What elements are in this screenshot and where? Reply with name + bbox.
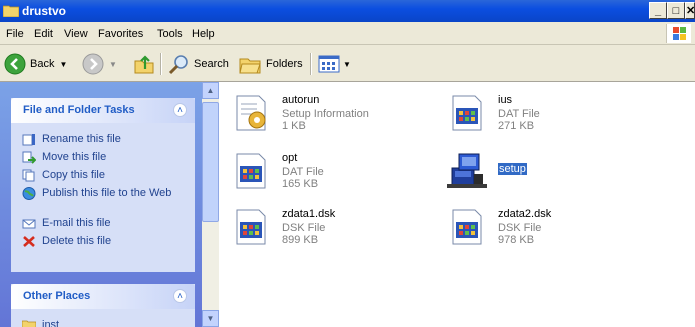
menu-view[interactable]: View <box>64 28 88 40</box>
panel-title: Other Places <box>23 290 91 302</box>
dsk-file-icon <box>236 209 266 245</box>
file-list: autorun Setup Information 1 KB ius DAT F… <box>219 82 695 327</box>
email-icon <box>22 219 36 229</box>
task-rename[interactable]: Rename this file <box>11 131 195 149</box>
forward-arrow-icon <box>82 53 104 75</box>
window-title: drustvo <box>22 4 67 18</box>
file-item-ius[interactable]: ius DAT File 271 KB <box>441 90 651 136</box>
maximize-button[interactable]: □ <box>667 2 685 19</box>
place-inst[interactable]: inst <box>11 317 195 327</box>
toolbar-separator <box>160 53 162 75</box>
file-item-zdata1[interactable]: zdata1.dsk DSK File 899 KB <box>225 204 435 250</box>
forward-dropdown-icon[interactable]: ▼ <box>109 60 117 69</box>
scroll-up-button[interactable]: ▲ <box>202 82 219 99</box>
back-arrow-icon <box>4 53 26 75</box>
file-name: zdata2.dsk <box>498 208 552 220</box>
file-type: DSK File <box>498 222 542 234</box>
file-size: 165 KB <box>282 178 319 190</box>
file-item-autorun[interactable]: autorun Setup Information 1 KB <box>225 90 435 136</box>
panel-title: File and Folder Tasks <box>23 104 135 116</box>
setup-installer-icon <box>447 153 487 188</box>
place-label: inst <box>42 319 60 327</box>
file-type: Setup Information <box>282 108 369 120</box>
scroll-down-button[interactable]: ▼ <box>202 310 219 327</box>
folders-button[interactable]: Folders <box>238 52 303 76</box>
dat-file-icon <box>236 153 266 189</box>
up-folder-icon <box>134 55 154 74</box>
folder-icon <box>22 320 36 327</box>
folders-label: Folders <box>266 58 303 70</box>
other-places-header[interactable]: Other Places ˄ <box>11 284 195 309</box>
file-folder-tasks-panel: File and Folder Tasks ˄ Rename this file… <box>11 98 195 272</box>
collapse-chevron-icon[interactable]: ˄ <box>173 103 187 117</box>
globe-icon <box>22 187 36 200</box>
file-size: 978 KB <box>498 234 535 246</box>
file-name: autorun <box>282 94 320 106</box>
title-bar: drustvo _ □ ✕ <box>0 0 695 22</box>
search-icon <box>168 55 188 75</box>
views-dropdown-icon[interactable]: ▼ <box>343 60 351 69</box>
task-label: Publish this file to the Web <box>42 187 172 199</box>
dsk-file-icon <box>452 209 482 245</box>
task-delete[interactable]: Delete this file <box>11 233 195 251</box>
windows-logo-icon <box>666 24 691 43</box>
menu-tools[interactable]: Tools <box>157 28 183 40</box>
file-type: DAT File <box>282 166 324 178</box>
menu-file[interactable]: File <box>6 28 24 40</box>
search-button[interactable]: Search <box>167 52 229 76</box>
views-icon <box>318 55 340 73</box>
minimize-button[interactable]: _ <box>649 2 667 19</box>
task-label: Copy this file <box>42 169 105 181</box>
scroll-thumb[interactable] <box>202 102 219 222</box>
menu-favorites[interactable]: Favorites <box>98 28 143 40</box>
task-move[interactable]: Move this file <box>11 149 195 167</box>
toolbar: Back ▼ ▼ Search Folders ▼ <box>0 45 695 82</box>
copy-icon <box>22 169 35 182</box>
forward-button[interactable]: ▼ <box>82 52 117 76</box>
setup-info-file-icon <box>236 95 266 131</box>
toolbar-separator <box>310 53 312 75</box>
task-pane: File and Folder Tasks ˄ Rename this file… <box>0 82 202 327</box>
task-email[interactable]: E-mail this file <box>11 215 195 233</box>
file-size: 271 KB <box>498 120 535 132</box>
move-icon <box>22 151 36 164</box>
file-name: ius <box>498 94 513 106</box>
collapse-chevron-icon[interactable]: ˄ <box>173 289 187 303</box>
menu-help[interactable]: Help <box>192 28 215 40</box>
task-label: E-mail this file <box>42 217 111 229</box>
back-button[interactable]: Back ▼ <box>4 52 67 76</box>
file-type: DAT File <box>498 108 540 120</box>
views-button[interactable]: ▼ <box>317 52 351 76</box>
file-item-opt[interactable]: opt DAT File 165 KB <box>225 148 435 194</box>
up-folder-button[interactable] <box>133 52 155 76</box>
task-copy[interactable]: Copy this file <box>11 167 195 185</box>
close-button[interactable]: ✕ <box>685 2 695 19</box>
task-label: Rename this file <box>42 133 121 145</box>
file-name: opt <box>282 152 298 164</box>
rename-icon <box>22 134 35 146</box>
delete-x-icon <box>23 236 35 247</box>
back-dropdown-icon[interactable]: ▼ <box>59 60 67 69</box>
menu-edit[interactable]: Edit <box>34 28 53 40</box>
task-publish[interactable]: Publish this file to the Web <box>11 185 195 215</box>
search-label: Search <box>194 58 229 70</box>
file-size: 1 KB <box>282 120 306 132</box>
file-name: zdata1.dsk <box>282 208 336 220</box>
file-name-selected: setup <box>498 163 527 175</box>
file-type: DSK File <box>282 222 326 234</box>
file-size: 899 KB <box>282 234 319 246</box>
other-places-panel: Other Places ˄ inst <box>11 284 195 327</box>
task-label: Move this file <box>42 151 107 163</box>
file-folder-tasks-header[interactable]: File and Folder Tasks ˄ <box>11 98 195 123</box>
selected-name-highlight: setup <box>498 163 527 175</box>
dat-file-icon <box>452 95 482 131</box>
file-item-zdata2[interactable]: zdata2.dsk DSK File 978 KB <box>441 204 651 250</box>
task-label: Delete this file <box>42 235 112 247</box>
back-label: Back <box>30 58 55 70</box>
menu-bar: File Edit View Favorites Tools Help <box>0 22 695 45</box>
folder-icon <box>3 5 19 17</box>
folders-icon <box>239 58 261 74</box>
file-item-setup[interactable]: setup <box>441 148 651 194</box>
left-pane-scrollbar[interactable]: ▲ ▼ <box>202 82 219 327</box>
